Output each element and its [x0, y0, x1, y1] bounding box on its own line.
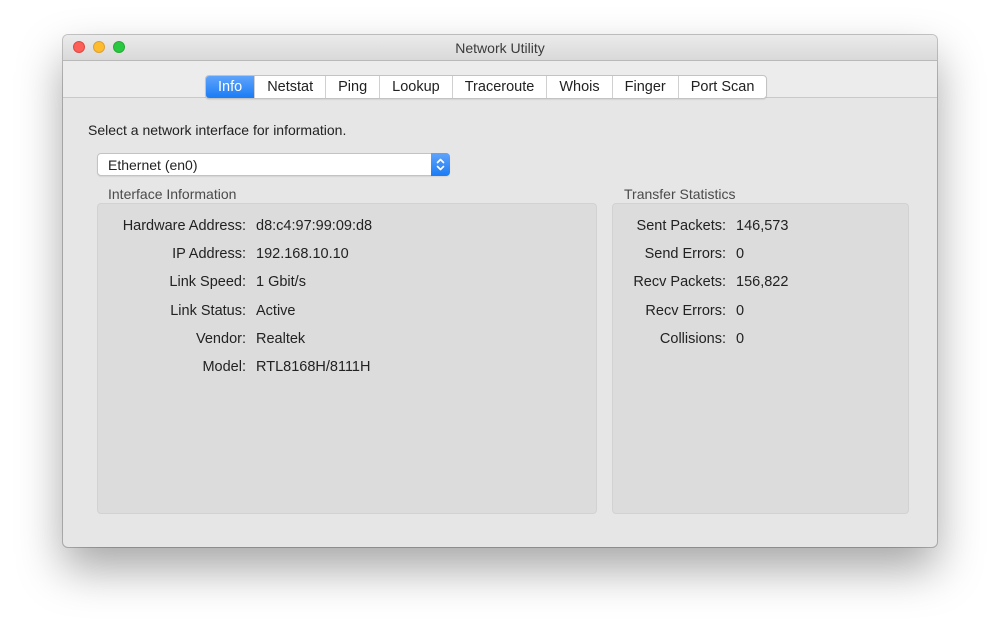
tab-info[interactable]: Info [206, 76, 255, 98]
send-errors-label: Send Errors: [644, 246, 726, 262]
recv-errors-row: Recv Errors: 0 [613, 301, 903, 321]
window-title: Network Utility [455, 40, 545, 56]
tab-finger[interactable]: Finger [611, 76, 678, 98]
hardware-address-row: Hardware Address: d8:c4:97:99:09:d8 [98, 216, 588, 236]
recv-packets-label: Recv Packets: [633, 274, 726, 290]
transfer-statistics-panel: Sent Packets: 146,573 Send Errors: 0 Rec… [612, 203, 909, 514]
interface-information-panel: Hardware Address: d8:c4:97:99:09:d8 IP A… [97, 203, 597, 514]
recv-errors-label: Recv Errors: [645, 303, 726, 319]
recv-errors-value: 0 [736, 303, 745, 319]
interface-information-title: Interface Information [108, 186, 237, 202]
vendor-row: Vendor: Realtek [98, 329, 588, 349]
send-errors-value: 0 [736, 246, 745, 262]
sent-packets-row: Sent Packets: 146,573 [613, 216, 903, 236]
collisions-row: Collisions: 0 [613, 329, 903, 349]
sent-packets-label: Sent Packets: [636, 218, 726, 234]
tab-netstat[interactable]: Netstat [254, 76, 325, 98]
collisions-value: 0 [736, 331, 745, 347]
recv-packets-row: Recv Packets: 156,822 [613, 272, 903, 292]
interface-prompt: Select a network interface for informati… [88, 122, 347, 138]
model-label: Model: [202, 359, 246, 375]
model-value: RTL8168H/8111H [256, 359, 371, 375]
sent-packets-value: 146,573 [736, 218, 789, 234]
link-speed-label: Link Speed: [169, 274, 246, 290]
vendor-label: Vendor: [196, 331, 246, 347]
interface-select-value: Ethernet (en0) [108, 157, 198, 173]
send-errors-row: Send Errors: 0 [613, 244, 903, 264]
tab-ping[interactable]: Ping [325, 76, 379, 98]
ip-address-value: 192.168.10.10 [256, 246, 349, 262]
chevron-up-down-icon[interactable] [431, 153, 450, 176]
tab-traceroute[interactable]: Traceroute [451, 76, 547, 98]
network-utility-window: Network Utility Info Netstat Ping Lookup… [63, 35, 937, 547]
collisions-label: Collisions: [659, 331, 726, 347]
link-status-row: Link Status: Active [98, 301, 588, 321]
title-bar[interactable]: Network Utility [63, 35, 937, 61]
hardware-address-label: Hardware Address: [122, 218, 246, 234]
tab-whois[interactable]: Whois [546, 76, 611, 98]
transfer-statistics-title: Transfer Statistics [624, 186, 736, 202]
link-speed-row: Link Speed: 1 Gbit/s [98, 272, 588, 292]
link-speed-value: 1 Gbit/s [256, 274, 306, 290]
tab-lookup[interactable]: Lookup [379, 76, 452, 98]
tab-bar: Info Netstat Ping Lookup Traceroute Whoi… [205, 75, 768, 99]
interface-select[interactable]: Ethernet (en0) [97, 153, 450, 176]
recv-packets-value: 156,822 [736, 274, 789, 290]
desktop-background: Network Utility Info Netstat Ping Lookup… [0, 0, 1000, 638]
ip-address-row: IP Address: 192.168.10.10 [98, 244, 588, 264]
model-row: Model: RTL8168H/8111H [98, 357, 588, 377]
vendor-value: Realtek [256, 331, 306, 347]
link-status-value: Active [256, 303, 296, 319]
link-status-label: Link Status: [170, 303, 246, 319]
ip-address-label: IP Address: [172, 246, 246, 262]
tab-port-scan[interactable]: Port Scan [677, 76, 767, 98]
hardware-address-value: d8:c4:97:99:09:d8 [256, 218, 373, 234]
